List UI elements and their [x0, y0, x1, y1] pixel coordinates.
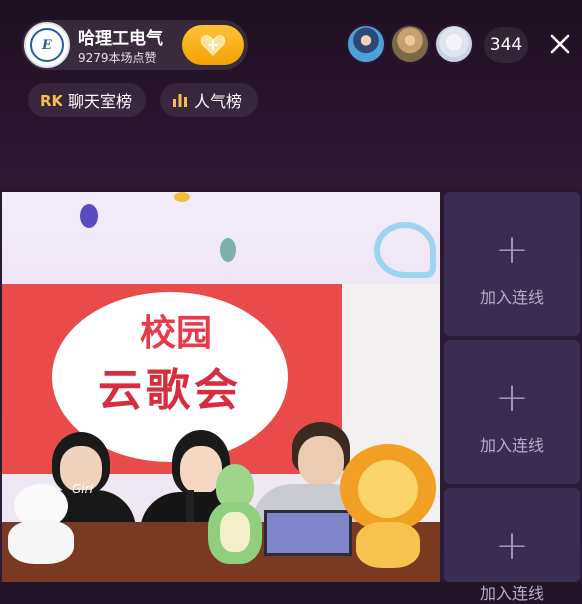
decor-shape [374, 222, 436, 278]
tab-chat-rank[interactable]: RK 聊天室榜 [28, 83, 146, 117]
close-icon [550, 34, 570, 54]
join-link-label: 加入连线 [479, 288, 544, 307]
live-video[interactable]: 校园 云歌会 Girl [2, 192, 440, 582]
follow-button[interactable] [182, 25, 244, 65]
plus-icon: + [495, 375, 529, 421]
host-likes: 9279本场点赞 [78, 51, 157, 65]
host-name: 哈理工电气 [78, 29, 163, 49]
close-button[interactable] [544, 28, 576, 60]
join-link-slot[interactable]: + 加入连线 [444, 488, 580, 603]
chat-rank-icon: RK [40, 92, 62, 109]
join-link-label: 加入连线 [479, 436, 544, 455]
host-logo: E [30, 28, 64, 62]
confetti-dot [220, 238, 236, 262]
shirt-text: Girl [72, 482, 93, 496]
plush-dinosaur [208, 464, 262, 564]
event-title-top: 校园 [140, 313, 213, 354]
tab-chat-rank-label: 聊天室榜 [68, 92, 133, 111]
tab-popularity-rank-label: 人气榜 [194, 92, 243, 111]
host-avatar[interactable]: E [24, 22, 70, 68]
confetti-dot [80, 204, 98, 228]
plus-icon: + [495, 227, 529, 273]
svg-text:RK: RK [40, 92, 62, 109]
plush-lion [340, 444, 436, 568]
viewer-avatar[interactable] [346, 24, 386, 64]
video-backdrop [2, 192, 440, 284]
bar-chart-icon [173, 94, 187, 107]
tablet [264, 510, 352, 556]
join-link-slot[interactable]: + 加入连线 [444, 340, 580, 484]
viewer-avatar[interactable] [434, 24, 474, 64]
viewer-count[interactable]: 344 [484, 27, 528, 63]
heart-plus-icon [200, 35, 226, 56]
viewer-avatar[interactable] [390, 24, 430, 64]
plus-icon: + [495, 523, 529, 569]
plush-cat [8, 484, 74, 564]
join-link-label: 加入连线 [479, 584, 544, 603]
confetti-dot [174, 192, 190, 202]
event-title-bottom: 云歌会 [98, 365, 242, 416]
join-link-slot[interactable]: + 加入连线 [444, 192, 580, 336]
tab-popularity-rank[interactable]: 人气榜 [160, 83, 258, 117]
